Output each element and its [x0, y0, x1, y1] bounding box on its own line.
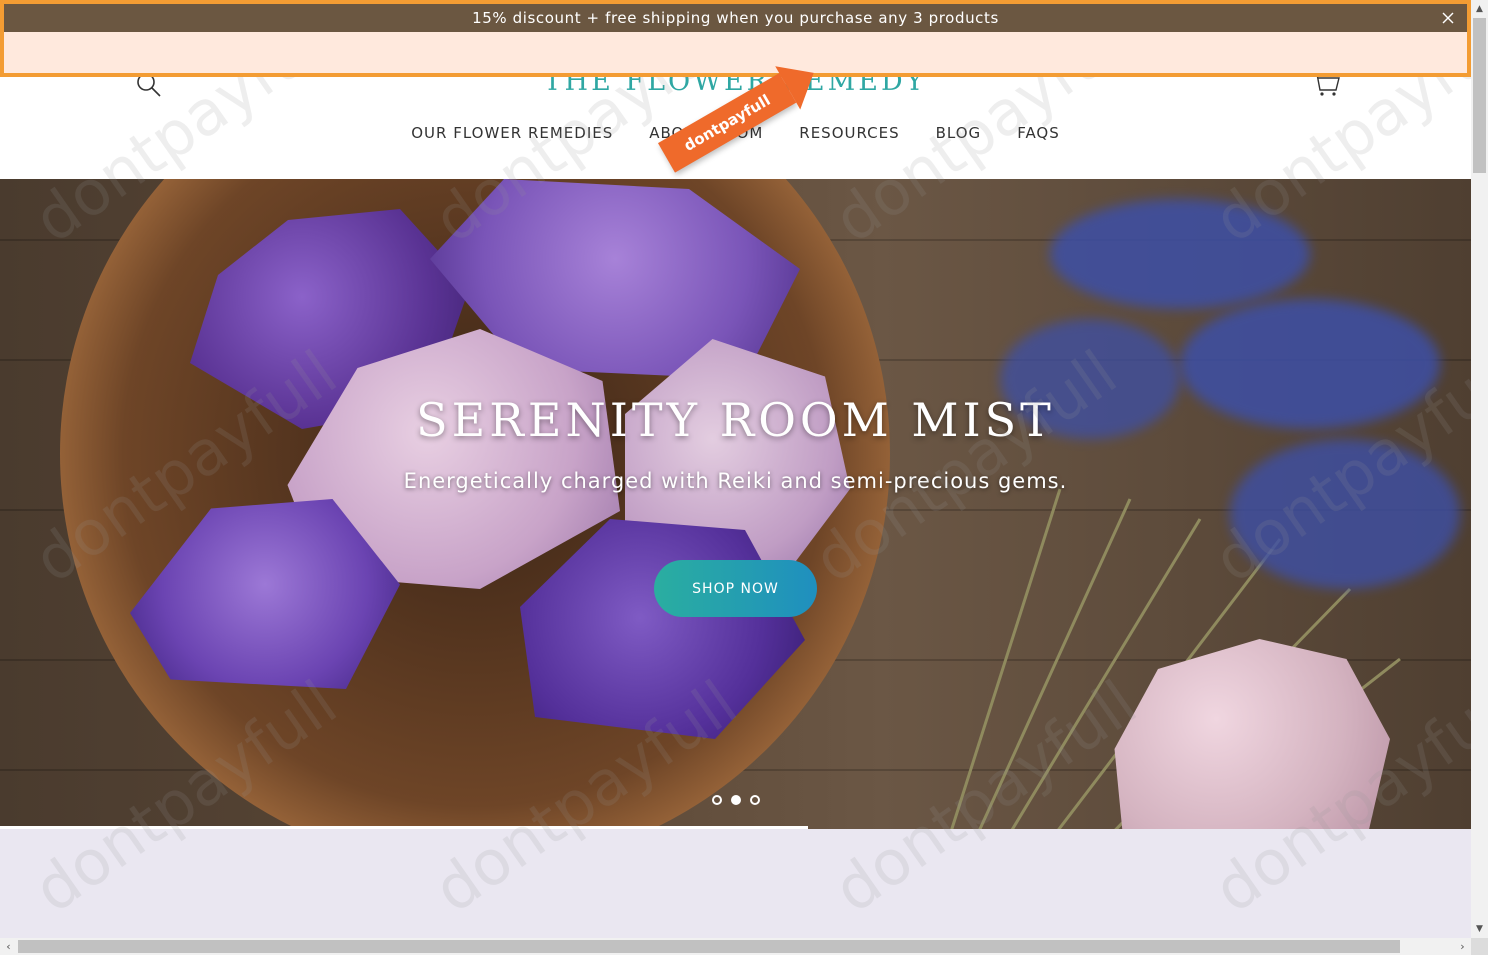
slide-dot-2[interactable]	[730, 795, 741, 805]
scroll-down-arrow-icon[interactable]: ▼	[1471, 920, 1488, 937]
hero-slideshow: SERENITY ROOM MIST Energetically charged…	[0, 179, 1471, 829]
announcement-bar: 15% discount + free shipping when you pu…	[4, 4, 1467, 32]
slide-indicators	[0, 795, 1471, 805]
horizontal-scrollbar[interactable]: ‹ ›	[0, 938, 1471, 955]
below-hero-section	[0, 829, 1471, 939]
hero-subtitle: Energetically charged with Reiki and sem…	[403, 469, 1068, 493]
shop-now-button[interactable]: SHOP NOW	[654, 560, 817, 617]
scroll-right-arrow-icon[interactable]: ›	[1454, 938, 1471, 955]
slide-dot-1[interactable]	[711, 795, 722, 805]
nav-item-blog[interactable]: BLOG	[936, 124, 982, 142]
vertical-scroll-thumb[interactable]	[1473, 18, 1486, 173]
hero-title: SERENITY ROOM MIST	[416, 393, 1055, 447]
lavender-flowers	[1050, 199, 1310, 309]
announcement-text: 15% discount + free shipping when you pu…	[472, 9, 999, 27]
nav-item-resources[interactable]: RESOURCES	[799, 124, 899, 142]
lavender-flowers	[1230, 439, 1460, 589]
slide-dot-3[interactable]	[749, 795, 760, 805]
nav-item-flower-remedies[interactable]: OUR FLOWER REMEDIES	[411, 124, 613, 142]
nav-item-faqs[interactable]: FAQS	[1017, 124, 1060, 142]
scroll-up-arrow-icon[interactable]: ▲	[1471, 0, 1488, 17]
horizontal-scroll-thumb[interactable]	[18, 940, 1400, 953]
scroll-left-arrow-icon[interactable]: ‹	[0, 938, 17, 955]
vertical-scrollbar[interactable]: ▲ ▼	[1471, 0, 1488, 938]
scrollbar-corner	[1471, 938, 1488, 955]
close-icon[interactable]	[1441, 10, 1455, 24]
